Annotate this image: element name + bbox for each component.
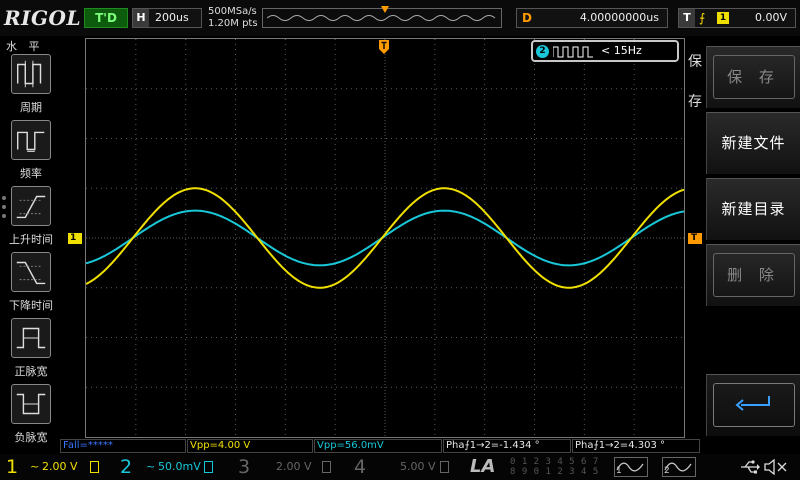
sample-rate: 500MSa/s [208, 6, 257, 17]
ch4-impedance-icon [440, 461, 449, 473]
rise-time-icon [11, 186, 51, 226]
run-state-badge[interactable]: T'D [84, 8, 128, 28]
measure-period[interactable]: 周期 [8, 54, 54, 115]
memory-trigger-marker-icon [381, 6, 389, 13]
ch2-trace [86, 209, 684, 267]
logic-channel-digits: 0 1 2 3 4 5 6 7 8 9 0 1 2 3 4 5 [510, 457, 602, 477]
horizontal-timebase[interactable]: H 200us [132, 8, 202, 28]
ch1-trace [86, 187, 684, 289]
measurement-fall[interactable]: Fall=***** [60, 439, 186, 453]
new-folder-button[interactable]: 新建目录 [706, 178, 800, 240]
measure-negative-width-label: 负脉宽 [14, 431, 48, 444]
page-dots [2, 196, 6, 223]
ch3-scale[interactable]: 2.00 V [276, 454, 312, 480]
save-menu: 保存 保 存 新建文件 新建目录 删 除 [686, 36, 800, 440]
logic-digits-row-2: 8 9 0 1 2 3 4 5 [510, 467, 599, 477]
positive-width-icon [11, 318, 51, 358]
generator-1-button[interactable]: 1 [614, 457, 648, 477]
logic-digits-row-1: 0 1 2 3 4 5 6 7 [510, 457, 599, 467]
measurement-phase-fall[interactable]: Pha⨍1→2=-1.434 ° [443, 439, 571, 453]
speaker-mute-icon[interactable] [764, 459, 788, 475]
measure-rise-time[interactable]: 上升时间 [8, 186, 54, 247]
measure-period-label: 周期 [20, 101, 42, 114]
save-menu-title: 保存 [688, 54, 702, 110]
negative-width-icon [11, 384, 51, 424]
delay-setting[interactable]: D 4.00000000us [516, 8, 668, 28]
waveform-traces [86, 187, 684, 289]
delay-tag: D [522, 11, 532, 25]
pulse-train-icon [553, 46, 593, 58]
new-file-button[interactable]: 新建文件 [706, 112, 800, 174]
generator-2-number: 2 [664, 466, 670, 476]
back-button[interactable] [706, 374, 800, 436]
ch1-impedance-icon [90, 461, 99, 473]
measure-frequency[interactable]: 频率 [8, 120, 54, 181]
generator-2-button[interactable]: 2 [662, 457, 696, 477]
frequency-icon [11, 120, 51, 160]
trigger-tag: T [679, 9, 695, 27]
measure-menu-title: 水 平 [6, 40, 44, 53]
counter-channel-badge: 2 [536, 45, 549, 58]
measure-positive-width[interactable]: 正脉宽 [8, 318, 54, 379]
ch1-offset-marker[interactable]: 1 [68, 233, 82, 244]
measure-fall-time[interactable]: 下降时间 [8, 252, 54, 313]
fall-time-icon [11, 252, 51, 292]
frequency-counter[interactable]: 2 < 15Hz [531, 40, 679, 62]
period-icon [11, 54, 51, 94]
measure-positive-width-label: 正脉宽 [14, 365, 48, 378]
new-folder-button-label: 新建目录 [721, 200, 786, 218]
ch4-number[interactable]: 4 [354, 454, 366, 480]
measure-frequency-label: 频率 [20, 167, 42, 180]
measurement-vpp-ch1[interactable]: Vpp=4.00 V [187, 439, 313, 453]
measure-negative-width[interactable]: 负脉宽 [8, 384, 54, 445]
ch1-scale[interactable]: 2.00 V [42, 454, 78, 480]
measure-rise-time-label: 上升时间 [9, 233, 53, 246]
return-icon [735, 396, 770, 411]
ch2-scale[interactable]: 50.0mV [158, 454, 201, 480]
rigol-logo: RIGOL [4, 6, 82, 30]
top-status-bar: RIGOL T'D H 200us 500MSa/s 1.20M pts D 4… [0, 0, 800, 36]
memory-depth: 1.20M pts [208, 18, 258, 29]
ch1-coupling-icon: ~ [30, 460, 40, 473]
trigger-level: 0.00V [754, 11, 787, 24]
new-file-button-label: 新建文件 [721, 134, 786, 152]
measure-fall-time-label: 下降时间 [9, 299, 53, 312]
timebase-value: 200us [155, 11, 189, 24]
delete-button-frame [713, 253, 795, 297]
save-button-frame [713, 55, 795, 99]
logic-analyzer-label[interactable]: LA [470, 454, 495, 480]
delay-value: 4.00000000us [579, 11, 659, 24]
generator-1-number: 1 [616, 466, 622, 476]
ch4-scale[interactable]: 5.00 V [400, 454, 436, 480]
trigger-source-badge: 1 [717, 12, 729, 24]
measurement-vpp-ch2[interactable]: Vpp=56.0mV [314, 439, 442, 453]
ch3-number[interactable]: 3 [238, 454, 250, 480]
waveform-display[interactable] [85, 38, 685, 438]
save-button[interactable]: 保 存 [706, 46, 800, 108]
counter-value: < 15Hz [601, 44, 642, 57]
measure-menu: 水 平 周期 频率 上升时间 下降时间 正脉宽 负脉宽 [0, 36, 60, 444]
memory-overview[interactable] [262, 6, 502, 28]
acquisition-info: 500MSa/s 1.20M pts [208, 6, 258, 30]
trigger-position-marker-icon[interactable] [379, 40, 389, 54]
ch2-impedance-icon [204, 461, 213, 473]
delete-button[interactable]: 删 除 [706, 244, 800, 306]
usb-icon [741, 460, 760, 474]
trigger-setting[interactable]: T ⨍ 1 0.00V [678, 8, 796, 28]
ch2-number[interactable]: 2 [120, 454, 132, 480]
horizontal-tag: H [133, 9, 149, 27]
measurement-phase-rise[interactable]: Pha⨍1→2=4.303 ° [572, 439, 700, 453]
rising-edge-icon: ⨍ [699, 11, 706, 25]
ch1-number[interactable]: 1 [6, 454, 18, 480]
measurement-bar: Fall=***** Vpp=4.00 V Vpp=56.0mV Pha⨍1→2… [60, 439, 700, 454]
ch2-coupling-icon: ~ [146, 460, 156, 473]
channel-bar: 1 ~ 2.00 V 2 ~ 50.0mV 3 2.00 V 4 5.00 V … [0, 454, 800, 480]
ch3-impedance-icon [322, 461, 331, 473]
